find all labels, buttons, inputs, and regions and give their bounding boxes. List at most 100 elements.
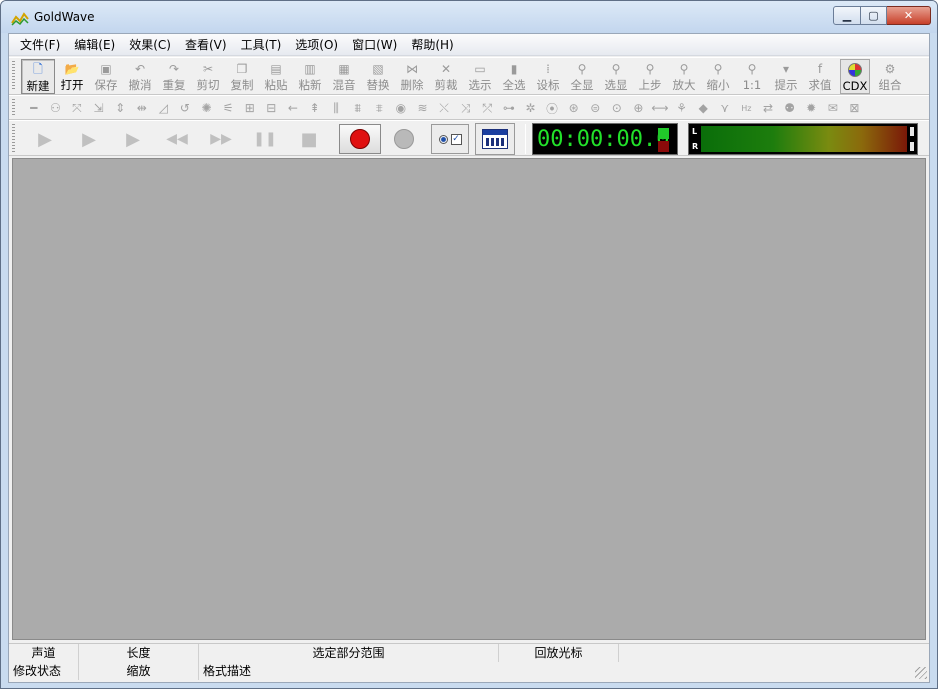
offset-button[interactable]: ✺	[196, 99, 218, 117]
minimize-button[interactable]: ▁	[833, 6, 861, 25]
auto-gain-button[interactable]: ⊛	[563, 99, 585, 117]
invert-button[interactable]: ⊕	[628, 99, 650, 117]
pitch-button[interactable]: ⇞	[304, 99, 326, 117]
stop-button[interactable]: ■	[287, 124, 331, 154]
paste-new-button[interactable]: ▥ 粘新	[293, 59, 327, 94]
fade-button[interactable]: ⩨	[369, 99, 391, 117]
play-selection-button[interactable]: ▶	[67, 124, 111, 154]
zoom-out-button[interactable]: ⚲ 缩小	[701, 59, 735, 94]
menu-effects[interactable]: 效果(C)	[122, 35, 178, 55]
resize-grip[interactable]	[915, 667, 927, 679]
hz-button[interactable]: ⇄	[757, 99, 779, 117]
redo-button[interactable]: ↷ 重复	[157, 59, 191, 94]
bandpass-button[interactable]: ⫼	[325, 99, 347, 117]
cdx-button[interactable]: CDX	[840, 59, 870, 94]
echo-button[interactable]: ⚇	[45, 99, 67, 117]
toolbar-grip[interactable]	[12, 61, 15, 91]
trim-button[interactable]: ✕ 剪裁	[429, 59, 463, 94]
show-all-button[interactable]: ⚲ 全显	[565, 59, 599, 94]
toolbar-label: 求值	[808, 78, 832, 92]
decrackle-button[interactable]: ⋎	[714, 99, 736, 117]
paste-button[interactable]: ▤ 粘贴	[259, 59, 293, 94]
play-from-cursor-button[interactable]: ▶	[111, 124, 155, 154]
burn-button[interactable]: ✉	[822, 99, 844, 117]
title-bar[interactable]: GoldWave ▁ ▢ ✕	[1, 1, 937, 33]
compress-button[interactable]: ⇕	[109, 99, 131, 117]
mix-button[interactable]: ▦ 混音	[327, 59, 361, 94]
declick-button[interactable]: ◆	[692, 99, 714, 117]
record-button[interactable]	[339, 124, 381, 154]
status-length: 长度	[79, 644, 199, 662]
menu-edit[interactable]: 编辑(E)	[67, 35, 122, 55]
toolbar-grip[interactable]	[12, 99, 15, 116]
swap-channels-button[interactable]: ⊙	[606, 99, 628, 117]
zoom-in-button[interactable]: ⚲ 放大	[667, 59, 701, 94]
save-button[interactable]: ▣ 保存	[89, 59, 123, 94]
cut-button[interactable]: ✂ 剪切	[191, 59, 225, 94]
spectrum-button[interactable]: ⩩	[347, 99, 369, 117]
noise-button[interactable]: ◉	[390, 99, 412, 117]
undo-button[interactable]: ↶ 撤消	[123, 59, 157, 94]
playback-rate-button[interactable]: ⊶	[498, 99, 520, 117]
volume-shape-button[interactable]: ◿	[153, 99, 175, 117]
tone-button[interactable]: ⤬	[433, 99, 455, 117]
set-marker-button[interactable]: ⁞ 设标	[531, 59, 565, 94]
interpolate-button[interactable]: ⚘	[671, 99, 693, 117]
stereo-button[interactable]: ≋	[412, 99, 434, 117]
play-button[interactable]: ▶	[23, 124, 67, 154]
expand-button[interactable]: ⚉	[779, 99, 801, 117]
limiter-button[interactable]: ⦿	[541, 99, 563, 117]
shift-left-button[interactable]: ←	[282, 99, 304, 117]
zoom-1-1-button[interactable]: ⚲ 1:1	[735, 59, 769, 94]
equalizer-button[interactable]: ⊞	[239, 99, 261, 117]
fast-forward-button[interactable]: ▶▶	[199, 124, 243, 154]
wave-button[interactable]: ⤨	[455, 99, 477, 117]
delete-button[interactable]: ⋈ 删除	[395, 59, 429, 94]
select-all-button[interactable]: ▮ 全选	[497, 59, 531, 94]
replace-button[interactable]: ▧ 替换	[361, 59, 395, 94]
control-properties-button[interactable]	[475, 123, 515, 155]
monitor-options-button[interactable]: ✓	[431, 124, 469, 154]
menu-help[interactable]: 帮助(H)	[404, 35, 460, 55]
mechanize-button[interactable]: ⤧	[66, 99, 88, 117]
time-warp-button[interactable]: ⇹	[131, 99, 153, 117]
open-button[interactable]: 📂 打开	[55, 59, 89, 94]
doppler-button[interactable]: ↺	[174, 99, 196, 117]
cue-button[interactable]: ▾ 提示	[769, 59, 803, 94]
time-warp-icon: ⇹	[136, 101, 147, 115]
noise-reduction-button[interactable]: ━	[23, 99, 45, 117]
goldwave-logo-icon	[11, 12, 29, 26]
envelope-button[interactable]: ⊠	[844, 99, 866, 117]
menu-window[interactable]: 窗口(W)	[345, 35, 404, 55]
record-effect-button[interactable]: ✹	[800, 99, 822, 117]
menu-view[interactable]: 查看(V)	[178, 35, 234, 55]
pause-button[interactable]: ❚❚	[243, 124, 287, 154]
mdi-workspace[interactable]	[12, 158, 926, 640]
toolbar-grip[interactable]	[12, 124, 15, 152]
resample-button[interactable]: ⤱	[476, 99, 498, 117]
menu-file[interactable]: 文件(F)	[13, 35, 67, 55]
channel-mixer-button[interactable]: ⟷	[649, 99, 671, 117]
filter-button[interactable]: ⊟	[261, 99, 283, 117]
maximize-button[interactable]: ▢	[861, 6, 887, 25]
reverse-button[interactable]: ⇲	[88, 99, 110, 117]
select-show-button[interactable]: ▭ 选示	[463, 59, 497, 94]
rewind-button[interactable]: ◀◀	[155, 124, 199, 154]
window-controls: ▁ ▢ ✕	[833, 6, 931, 25]
close-button[interactable]: ✕	[887, 6, 931, 25]
flanger-button[interactable]: ⚟	[217, 99, 239, 117]
show-selection-button[interactable]: ⚲ 选显	[599, 59, 633, 94]
dynamics-button[interactable]: ✲	[520, 99, 542, 117]
combine-button[interactable]: ⚙ 组合	[873, 59, 907, 94]
new-button[interactable]: 🗋 新建	[21, 59, 55, 94]
copy-button[interactable]: ❐ 复制	[225, 59, 259, 94]
silence-button[interactable]: ⊜	[584, 99, 606, 117]
menu-tools[interactable]: 工具(T)	[234, 35, 289, 55]
dehum-button[interactable]: Hz	[736, 99, 758, 117]
menu-bar: 文件(F) 编辑(E) 效果(C) 查看(V) 工具(T) 选项(O) 窗口(W) 帮助(H)	[9, 34, 929, 56]
record-icon	[350, 129, 370, 149]
evaluate-button[interactable]: f 求值	[803, 59, 837, 94]
record-selection-button[interactable]	[383, 124, 425, 154]
menu-options[interactable]: 选项(O)	[288, 35, 345, 55]
previous-button[interactable]: ⚲ 上步	[633, 59, 667, 94]
